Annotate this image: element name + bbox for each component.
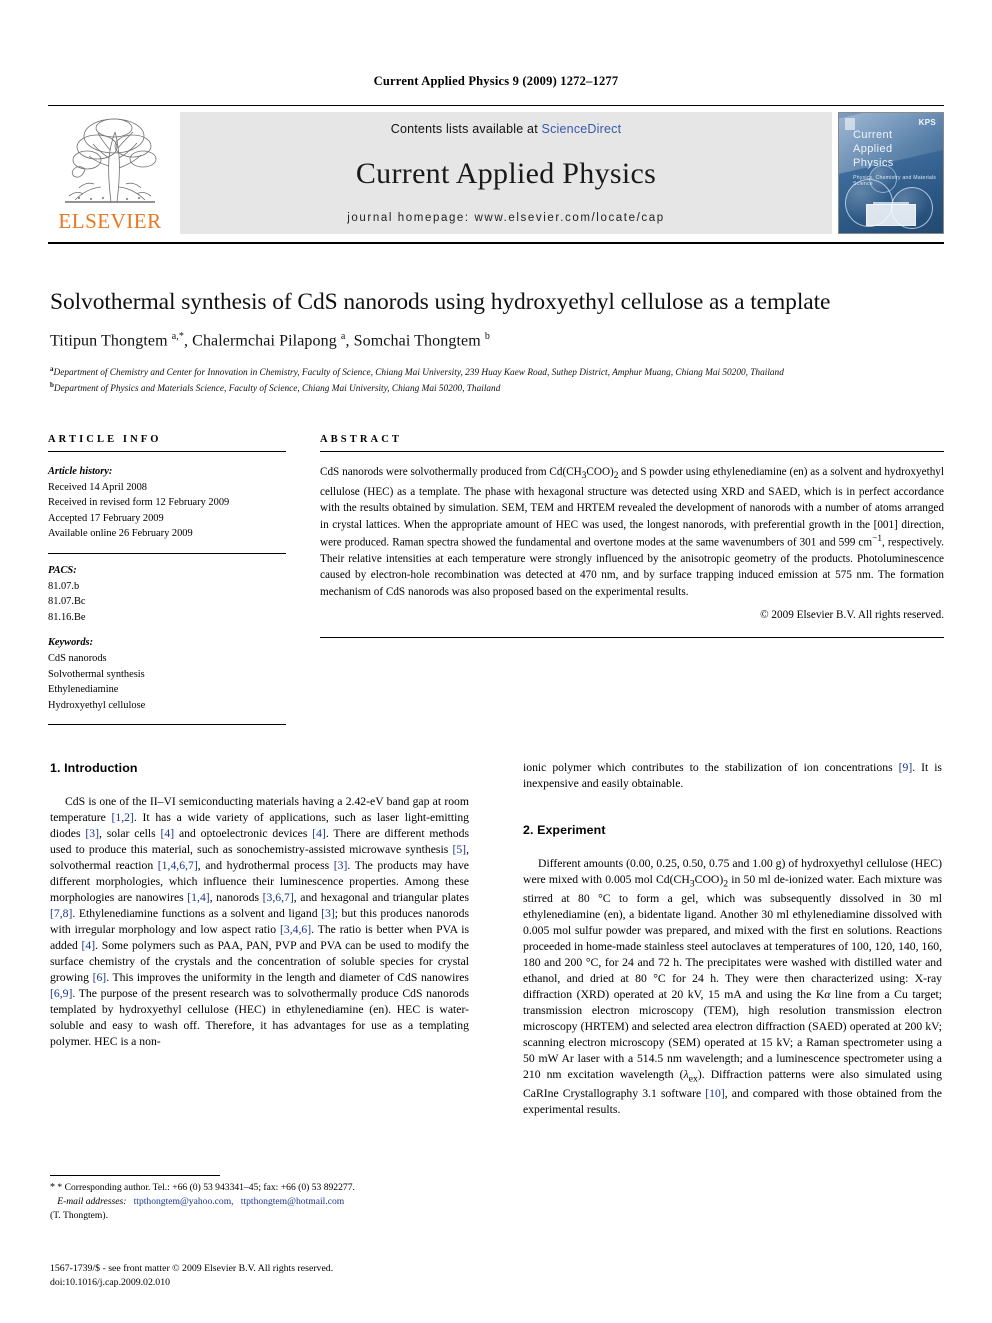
- footnote-divider: [50, 1175, 220, 1176]
- elsevier-wordmark: ELSEVIER: [58, 209, 162, 233]
- title-block: Solvothermal synthesis of CdS nanorods u…: [50, 288, 942, 397]
- affiliation-a: aDepartment of Chemistry and Center for …: [50, 364, 784, 378]
- footnotes: * * Corresponding author. Tel.: +66 (0) …: [50, 1181, 469, 1222]
- info-abstract-panel: ARTICLE INFO ABSTRACT Article history: R…: [48, 434, 944, 725]
- section-heading-introduction: 1. Introduction: [50, 761, 138, 775]
- author-list: Titipun Thongtem a,*, Chalermchai Pilapo…: [50, 331, 490, 350]
- article-history-group: Article history: Received 14 April 2008 …: [48, 464, 286, 542]
- journal-cover-thumbnail[interactable]: KPS CurrentAppliedPhysics Physics, Chemi…: [838, 112, 944, 234]
- pacs-group: PACS: 81.07.b 81.07.Bc 81.16.Be: [48, 563, 286, 625]
- abstract-copyright: © 2009 Elsevier B.V. All rights reserved…: [760, 608, 944, 621]
- pacs-label: PACS:: [48, 565, 77, 577]
- info-bottom-rule: [48, 723, 286, 725]
- cover-society-label: KPS: [918, 118, 936, 127]
- history-item: Accepted 17 February 2009: [48, 512, 164, 524]
- history-item: Available online 26 February 2009: [48, 528, 193, 540]
- corresponding-author-note: * * Corresponding author. Tel.: +66 (0) …: [50, 1182, 355, 1193]
- body-column-left: 1. Introduction CdS is one of the II–VI …: [50, 760, 469, 1118]
- info-divider: [48, 553, 286, 555]
- email-label: E-mail addresses:: [57, 1196, 127, 1208]
- keyword-item: Solvothermal synthesis: [48, 668, 145, 680]
- abstract-text: CdS nanorods were solvothermally produce…: [320, 466, 944, 598]
- page-title: Solvothermal synthesis of CdS nanorods u…: [50, 289, 831, 315]
- affiliation-b: bDepartment of Physics and Materials Sci…: [50, 381, 501, 395]
- section-heading-experiment: 2. Experiment: [523, 823, 606, 838]
- elsevier-logo: ELSEVIER: [48, 112, 172, 234]
- elsevier-tree-icon: [65, 118, 157, 203]
- journal-masthead: ELSEVIER Contents lists available at Sci…: [48, 105, 944, 244]
- article-page: Current Applied Physics 9 (2009) 1272–12…: [0, 0, 992, 1323]
- body-column-right: ionic polymer which contributes to the s…: [523, 760, 942, 1118]
- masthead-banner: Contents lists available at ScienceDirec…: [180, 112, 832, 234]
- running-head: Current Applied Physics 9 (2009) 1272–12…: [373, 74, 619, 88]
- keyword-item: CdS nanorods: [48, 653, 107, 665]
- abstract-column: CdS nanorods were solvothermally produce…: [320, 464, 944, 725]
- article-info-column: Article history: Received 14 April 2008 …: [48, 464, 286, 725]
- info-rule: [48, 451, 286, 452]
- article-info-heading: ARTICLE INFO: [48, 434, 162, 445]
- cover-title: Current Applied Physics: [853, 129, 894, 169]
- email-owner: (T. Thongtem).: [50, 1209, 108, 1221]
- body-columns: 1. Introduction CdS is one of the II–VI …: [50, 760, 942, 1118]
- history-item: Received in revised form 12 February 200…: [48, 497, 230, 509]
- masthead-bottom-rule: [48, 242, 944, 244]
- article-history-label: Article history:: [48, 466, 113, 477]
- introduction-paragraph: CdS is one of the II–VI semiconducting m…: [50, 794, 470, 1049]
- cover-footbox: [866, 204, 916, 226]
- doi-line[interactable]: doi:10.1016/j.cap.2009.02.010: [50, 1276, 480, 1290]
- journal-homepage[interactable]: journal homepage: www.elsevier.com/locat…: [347, 212, 664, 224]
- affiliations: aDepartment of Chemistry and Center for …: [50, 364, 942, 397]
- issn-line: 1567-1739/$ - see front matter © 2009 El…: [50, 1263, 334, 1274]
- email-note: E-mail addresses: ttpthongtem@yahoo.com,…: [50, 1195, 469, 1209]
- contents-available-line: Contents lists available at ScienceDirec…: [391, 122, 622, 136]
- experiment-paragraph: Different amounts (0.00, 0.25, 0.50, 0.7…: [523, 857, 943, 1116]
- introduction-continuation: ionic polymer which contributes to the s…: [523, 761, 942, 791]
- journal-title: Current Applied Physics: [355, 157, 657, 190]
- abstract-heading: ABSTRACT: [320, 434, 402, 445]
- sciencedirect-link[interactable]: ScienceDirect: [542, 122, 622, 136]
- pacs-item: 81.07.b: [48, 580, 80, 592]
- email-address-1[interactable]: ttpthongtem@yahoo.com,: [134, 1196, 234, 1207]
- abstract-bottom-rule: [320, 637, 944, 639]
- keywords-label: Keywords:: [48, 637, 94, 649]
- pacs-item: 81.07.Bc: [48, 596, 86, 608]
- email-address-2[interactable]: ttpthongtem@hotmail.com: [241, 1196, 344, 1207]
- imprint-block: 1567-1739/$ - see front matter © 2009 El…: [50, 1262, 480, 1289]
- asterisk-icon: *: [50, 1182, 55, 1193]
- keyword-item: Ethylenediamine: [48, 684, 119, 696]
- pacs-item: 81.16.Be: [48, 611, 86, 623]
- keyword-item: Hydroxyethyl cellulose: [48, 699, 146, 711]
- history-item: Received 14 April 2008: [48, 481, 147, 493]
- masthead-top-rule: [48, 105, 944, 106]
- keywords-group: Keywords: CdS nanorods Solvothermal synt…: [48, 635, 286, 713]
- abstract-rule: [320, 451, 944, 452]
- contents-prefix: Contents lists available at: [390, 122, 542, 136]
